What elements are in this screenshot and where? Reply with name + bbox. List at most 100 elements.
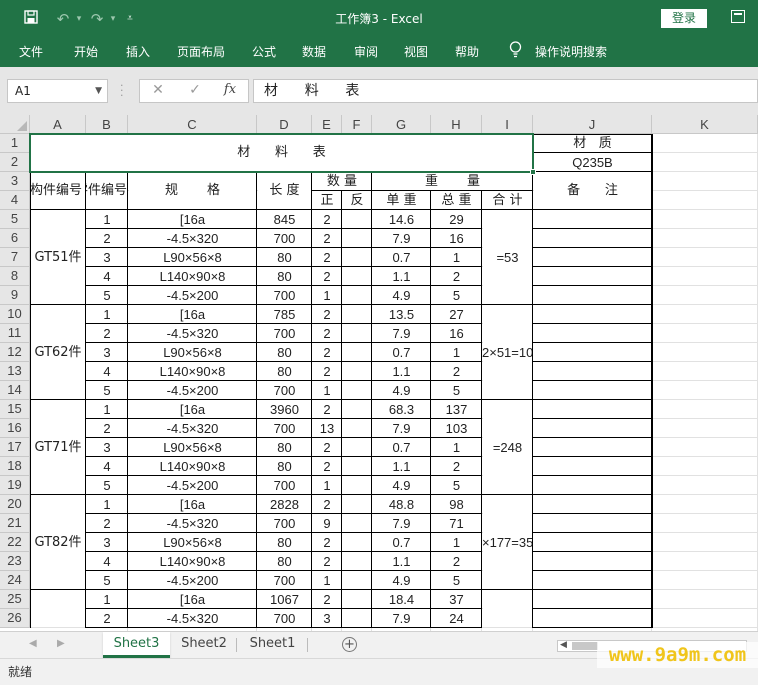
length-cell[interactable]: 80	[257, 533, 312, 552]
drag-handle-icon[interactable]: · · ·	[120, 80, 124, 101]
qty-back-cell[interactable]	[342, 552, 372, 571]
qty-back-cell[interactable]	[342, 457, 372, 476]
qty-back-cell[interactable]	[342, 248, 372, 267]
group-name[interactable]: GT71件	[30, 400, 86, 495]
qty-back-cell[interactable]	[342, 609, 372, 628]
part-no-cell[interactable]: 2	[86, 514, 128, 533]
qty-back-cell[interactable]	[342, 419, 372, 438]
tab-review[interactable]: 审阅	[354, 43, 378, 60]
total-weight-cell[interactable]: 137	[431, 400, 482, 419]
row-header-24[interactable]: 24	[0, 571, 30, 590]
spec-cell[interactable]: -4.5×320	[128, 609, 257, 628]
qty-back-cell[interactable]	[342, 229, 372, 248]
scrollbar-thumb[interactable]	[572, 642, 598, 650]
qty-front-cell[interactable]: 2	[312, 552, 342, 571]
chevron-down-icon[interactable]: ▼	[95, 80, 102, 102]
unit-weight-cell[interactable]: 13.5	[372, 305, 431, 324]
part-no-cell[interactable]: 3	[86, 343, 128, 362]
group-sum[interactable]: ×177=35	[482, 495, 533, 590]
qty-front-cell[interactable]: 2	[312, 324, 342, 343]
length-cell[interactable]: 80	[257, 457, 312, 476]
group-name[interactable]	[30, 590, 86, 628]
column-header-k[interactable]: K	[652, 115, 758, 134]
cancel-icon[interactable]: ✕	[148, 82, 168, 98]
row-header-21[interactable]: 21	[0, 514, 30, 533]
total-weight-cell[interactable]: 16	[431, 229, 482, 248]
qty-front-cell[interactable]: 9	[312, 514, 342, 533]
qty-front-cell[interactable]: 2	[312, 305, 342, 324]
part-no-cell[interactable]: 2	[86, 609, 128, 628]
total-weight-cell[interactable]: 1	[431, 248, 482, 267]
qty-back-cell[interactable]	[342, 476, 372, 495]
formula-input[interactable]: 材 料 表	[253, 79, 758, 103]
spec-cell[interactable]: L140×90×8	[128, 267, 257, 286]
part-no-cell[interactable]: 3	[86, 533, 128, 552]
header-sum[interactable]: 合 计	[482, 191, 533, 210]
row-header-3[interactable]: 3	[0, 172, 30, 191]
part-no-cell[interactable]: 3	[86, 438, 128, 457]
total-weight-cell[interactable]: 2	[431, 267, 482, 286]
unit-weight-cell[interactable]: 1.1	[372, 267, 431, 286]
tab-insert[interactable]: 插入	[126, 43, 150, 60]
row-header-23[interactable]: 23	[0, 552, 30, 571]
row-header-18[interactable]: 18	[0, 457, 30, 476]
unit-weight-cell[interactable]: 0.7	[372, 533, 431, 552]
spec-cell[interactable]: -4.5×320	[128, 229, 257, 248]
unit-weight-cell[interactable]: 1.1	[372, 457, 431, 476]
spec-cell[interactable]: L90×56×8	[128, 533, 257, 552]
length-cell[interactable]: 700	[257, 609, 312, 628]
ribbon-display-options-icon[interactable]	[731, 10, 745, 23]
row-header-9[interactable]: 9	[0, 286, 30, 305]
qty-back-cell[interactable]	[342, 514, 372, 533]
spec-cell[interactable]: -4.5×200	[128, 476, 257, 495]
row-header-20[interactable]: 20	[0, 495, 30, 514]
column-header-f[interactable]: F	[342, 115, 372, 134]
header-spec[interactable]: 规 格	[128, 172, 257, 210]
length-cell[interactable]: 700	[257, 514, 312, 533]
row-header-10[interactable]: 10	[0, 305, 30, 324]
row-header-2[interactable]: 2	[0, 153, 30, 172]
qty-front-cell[interactable]: 2	[312, 362, 342, 381]
column-header-e[interactable]: E	[312, 115, 342, 134]
part-no-cell[interactable]: 1	[86, 400, 128, 419]
part-no-cell[interactable]: 4	[86, 362, 128, 381]
qty-back-cell[interactable]	[342, 343, 372, 362]
add-sheet-icon[interactable]: +	[342, 637, 357, 652]
row-header-25[interactable]: 25	[0, 590, 30, 609]
group-sum[interactable]	[482, 590, 533, 628]
spec-cell[interactable]: -4.5×320	[128, 419, 257, 438]
total-weight-cell[interactable]: 71	[431, 514, 482, 533]
spec-cell[interactable]: L90×56×8	[128, 248, 257, 267]
spec-cell[interactable]: [16a	[128, 590, 257, 609]
part-no-cell[interactable]: 5	[86, 571, 128, 590]
qty-back-cell[interactable]	[342, 286, 372, 305]
qty-back-cell[interactable]	[342, 381, 372, 400]
part-no-cell[interactable]: 4	[86, 457, 128, 476]
tab-file[interactable]: 文件	[19, 43, 43, 60]
length-cell[interactable]: 80	[257, 552, 312, 571]
name-box[interactable]: A1 ▼	[7, 79, 108, 103]
unit-weight-cell[interactable]: 68.3	[372, 400, 431, 419]
total-weight-cell[interactable]: 5	[431, 381, 482, 400]
total-weight-cell[interactable]: 5	[431, 476, 482, 495]
spec-cell[interactable]: -4.5×200	[128, 571, 257, 590]
qty-front-cell[interactable]: 2	[312, 590, 342, 609]
qty-back-cell[interactable]	[342, 438, 372, 457]
qty-back-cell[interactable]	[342, 495, 372, 514]
qty-back-cell[interactable]	[342, 324, 372, 343]
sheet-tab-sheet2[interactable]: Sheet2	[172, 632, 236, 658]
tab-formulas[interactable]: 公式	[252, 43, 276, 60]
qty-front-cell[interactable]: 1	[312, 381, 342, 400]
column-header-d[interactable]: D	[257, 115, 312, 134]
group-sum[interactable]: =248	[482, 400, 533, 495]
qty-front-cell[interactable]: 1	[312, 476, 342, 495]
column-header-b[interactable]: B	[86, 115, 128, 134]
length-cell[interactable]: 80	[257, 343, 312, 362]
scroll-left-icon[interactable]: ◀	[560, 640, 567, 650]
column-header-g[interactable]: G	[372, 115, 431, 134]
fill-handle[interactable]	[530, 169, 536, 175]
spec-cell[interactable]: -4.5×200	[128, 286, 257, 305]
total-weight-cell[interactable]: 2	[431, 457, 482, 476]
qty-back-cell[interactable]	[342, 305, 372, 324]
spec-cell[interactable]: -4.5×200	[128, 381, 257, 400]
